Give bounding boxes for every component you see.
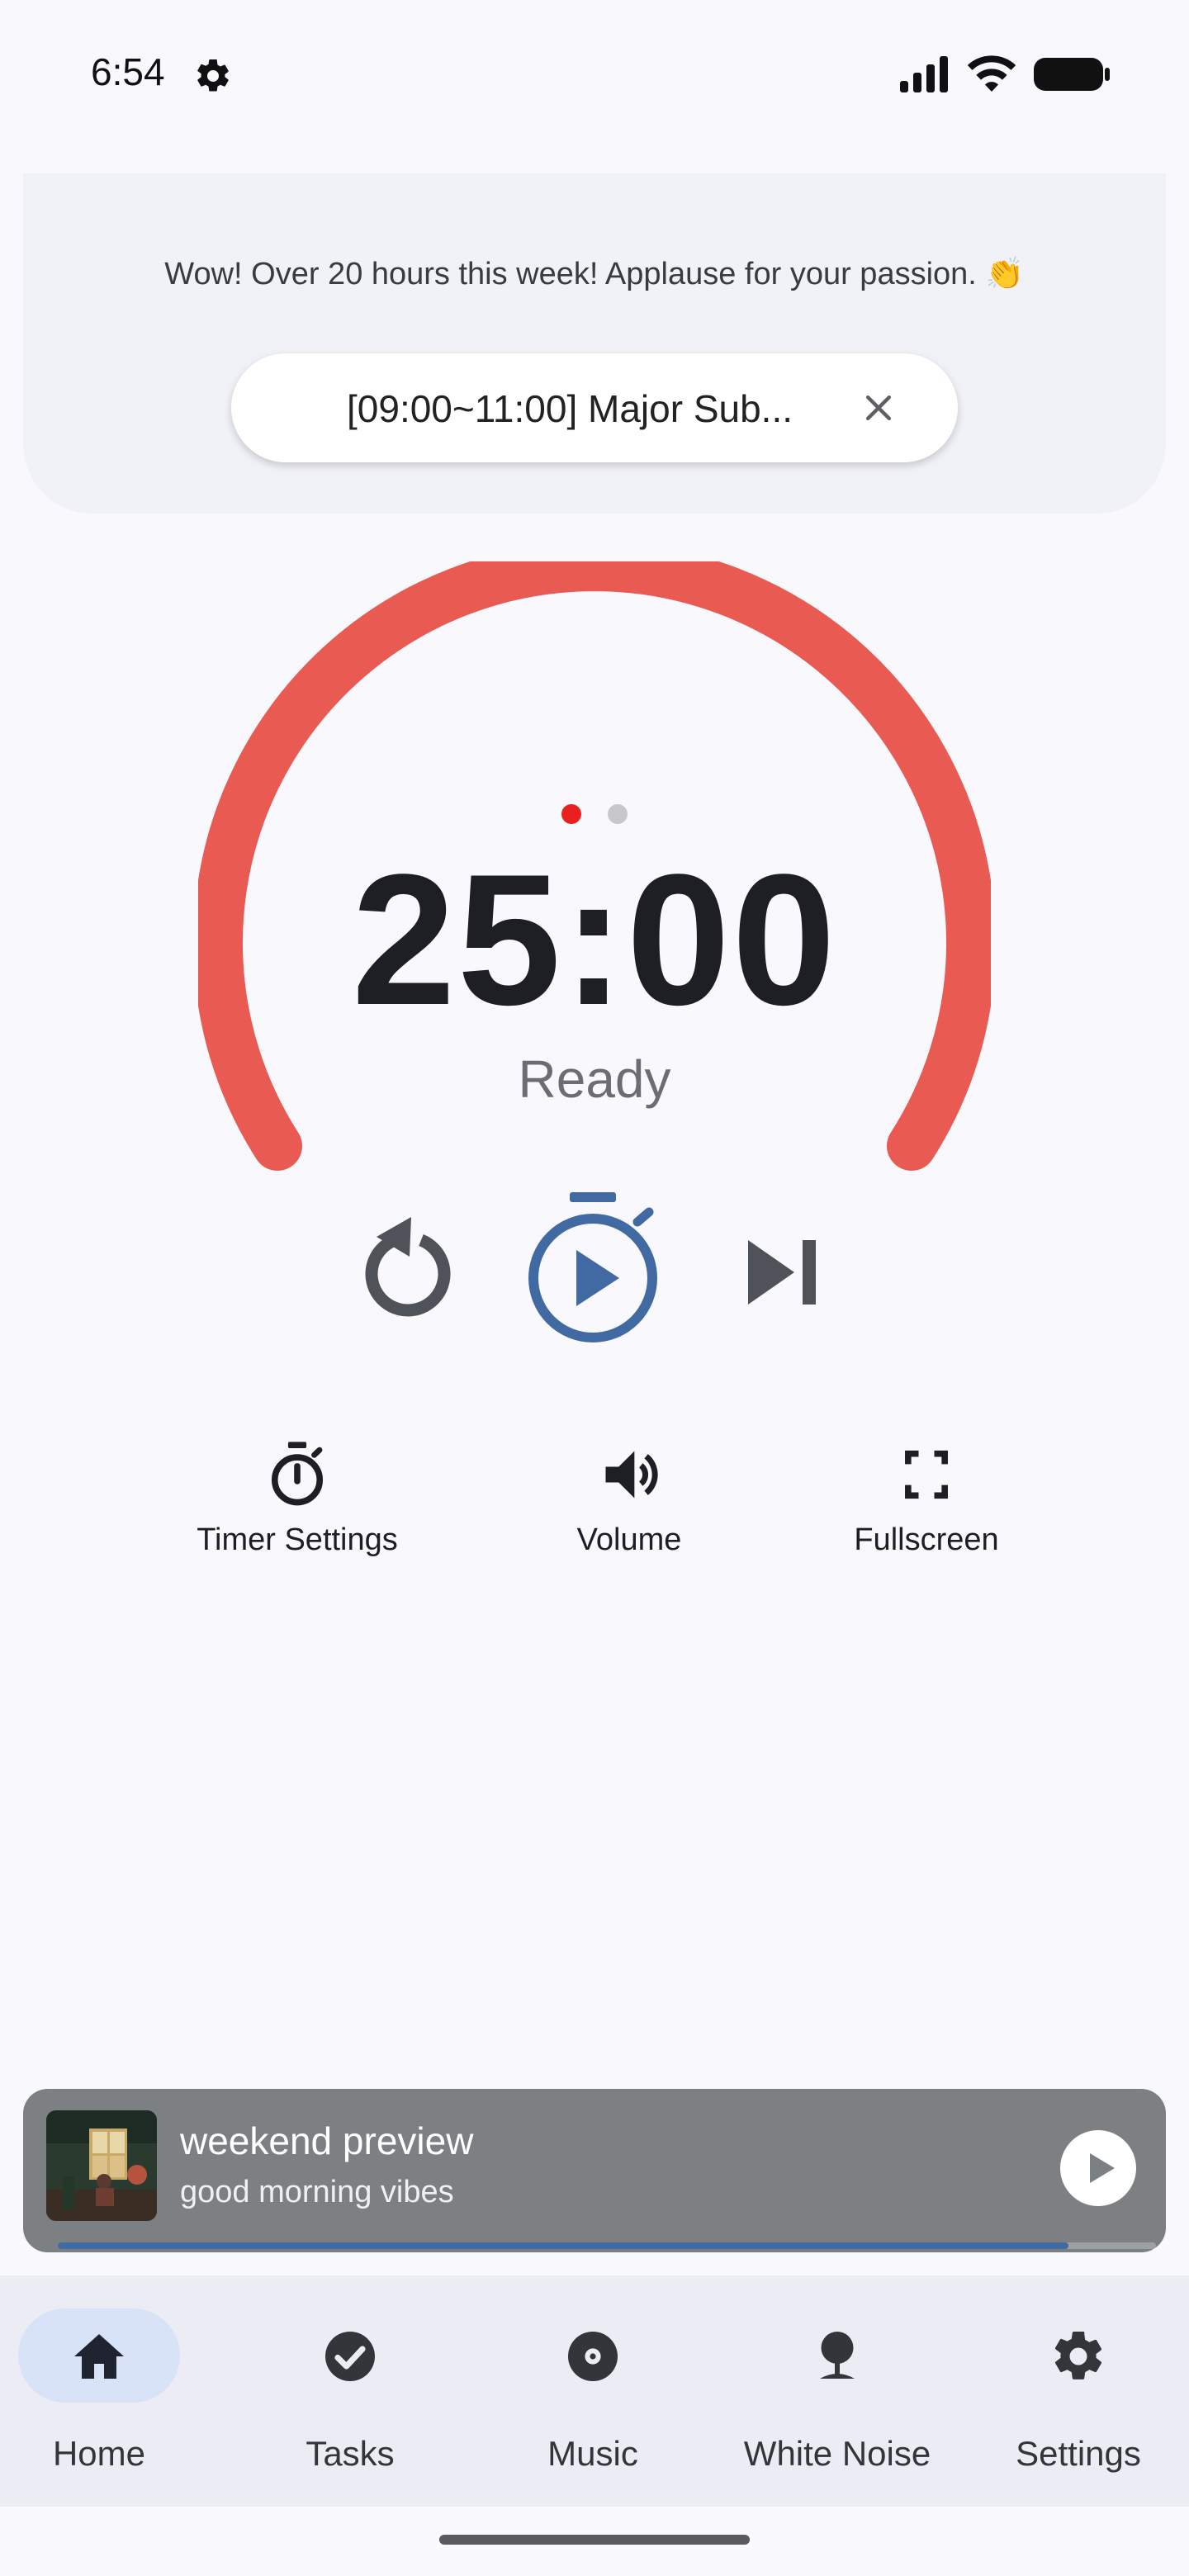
current-task-label: [09:00~11:00] Major Sub...	[347, 387, 793, 430]
nav-label-tasks: Tasks	[306, 2434, 395, 2473]
play-stopwatch-icon[interactable]	[525, 1187, 664, 1349]
playback-progress-fill	[58, 2242, 1068, 2249]
timer-settings-label: Timer Settings	[197, 1522, 398, 1557]
timer-status: Ready	[518, 1049, 671, 1109]
nav-item-settings[interactable]: Settings	[959, 2275, 1189, 2507]
wifi-icon	[967, 55, 1016, 92]
settings-gear-icon	[197, 59, 229, 92]
signal-icon	[900, 56, 948, 92]
nav-label-music: Music	[547, 2434, 638, 2473]
nav-item-music[interactable]: Music	[474, 2275, 712, 2507]
settings-icon	[1054, 2331, 1102, 2379]
fullscreen-label: Fullscreen	[854, 1522, 999, 1557]
close-icon[interactable]	[860, 390, 897, 426]
playback-progress[interactable]	[58, 2242, 1156, 2249]
volume-label: Volume	[576, 1522, 682, 1557]
battery-icon	[1034, 58, 1110, 91]
tree-icon	[820, 2332, 855, 2379]
volume-button[interactable]: Volume	[505, 1440, 753, 1558]
track-title: weekend preview	[180, 2119, 474, 2162]
nav-item-tasks[interactable]: Tasks	[231, 2275, 469, 2507]
track-subtitle: good morning vibes	[180, 2175, 454, 2209]
skip-next-icon[interactable]	[743, 1238, 819, 1306]
timer-settings-button[interactable]: Timer Settings	[173, 1440, 421, 1558]
timer-icon	[271, 1442, 324, 1506]
nav-item-home[interactable]: Home	[0, 2275, 228, 2507]
volume-icon	[605, 1451, 658, 1499]
page-indicator-inactive[interactable]	[608, 804, 628, 824]
nav-label-white-noise: White Noise	[743, 2434, 931, 2473]
nav-item-white-noise[interactable]: White Noise	[718, 2275, 956, 2507]
current-task-chip[interactable]: [09:00~11:00] Major Sub...	[231, 353, 958, 462]
nav-label-settings: Settings	[1016, 2434, 1141, 2473]
fullscreen-icon	[905, 1450, 948, 1499]
reset-icon[interactable]	[358, 1212, 457, 1318]
motivation-message: Wow! Over 20 hours this week! Applause f…	[164, 257, 1025, 291]
check-circle-icon	[325, 2332, 375, 2381]
home-icon	[74, 2334, 124, 2379]
disc-icon	[568, 2332, 618, 2381]
status-time: 6:54	[91, 50, 165, 93]
mini-player[interactable]: weekend preview good morning vibes	[23, 2089, 1166, 2252]
bottom-navigation: Home Tasks Music White Noise Settings	[0, 2275, 1189, 2507]
page-indicator-active[interactable]	[561, 804, 581, 824]
fullscreen-button[interactable]: Fullscreen	[803, 1440, 1050, 1558]
home-indicator[interactable]	[439, 2535, 750, 2545]
motivation-card	[23, 173, 1166, 514]
timer-display: 25:00	[351, 835, 838, 1044]
album-art	[46, 2110, 157, 2221]
play-circle-icon[interactable]	[1059, 2129, 1138, 2208]
nav-label-home: Home	[52, 2434, 146, 2473]
